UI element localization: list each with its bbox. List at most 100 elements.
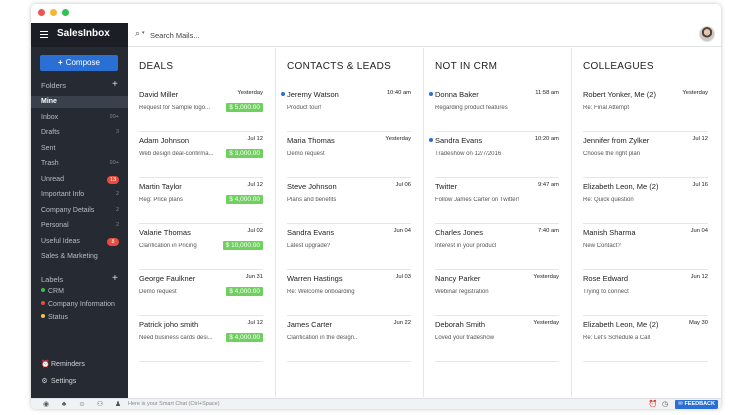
- column-title: COLLEAGUES: [583, 61, 654, 72]
- mail-card[interactable]: George Faulkner Jun 31 Demo request $ 4,000…: [139, 270, 263, 316]
- settings-link[interactable]: ⚙ Settings: [41, 377, 76, 385]
- mail-card[interactable]: Twitter 9:47 am Follow James Carter on Twi…: [435, 178, 559, 224]
- maximize-window-button[interactable]: [62, 9, 69, 16]
- smart-chat-input[interactable]: [128, 399, 428, 409]
- mail-card[interactable]: Charles Jones 7:40 am Interest in your pro…: [435, 224, 559, 270]
- sidebar-label-item[interactable]: Company Information: [41, 301, 115, 308]
- folder-label: Unread: [41, 175, 64, 183]
- chevron-down-icon[interactable]: ▾: [142, 30, 145, 36]
- contacts-icon[interactable]: ⚇: [91, 400, 109, 408]
- mail-card[interactable]: Jennifer from Zylker Jul 12 Choose the rig…: [583, 132, 708, 178]
- mail-card[interactable]: Adam Johnson Jul 12 Web design deal-confir…: [139, 132, 263, 178]
- sender-name: David Miller: [139, 90, 179, 99]
- mail-card[interactable]: Sandra Evans Jun 04 Latest upgrade?: [287, 224, 411, 270]
- sender-name: Robert Yonker, Me (2): [583, 90, 656, 99]
- search-input[interactable]: [150, 29, 450, 42]
- folder-label: Important Info: [41, 191, 85, 198]
- sidebar-folder-item[interactable]: Drafts 3: [31, 127, 128, 139]
- unread-indicator: [281, 92, 285, 96]
- compose-label: Compose: [65, 58, 100, 67]
- mail-card[interactable]: Deborah Smith Yesterday Loved your tradesh…: [435, 316, 559, 362]
- sender-name: Nancy Parker: [435, 274, 481, 283]
- feedback-label: FEEDBACK: [684, 401, 715, 407]
- mail-card[interactable]: Rose Edward Jun 12 Trying to connect: [583, 270, 708, 316]
- app-logo: SalesInbox: [57, 28, 110, 39]
- mail-card[interactable]: Donna Baker 11:58 am Regarding product fea…: [429, 86, 559, 132]
- folders-heading: Folders: [41, 81, 67, 90]
- mail-card[interactable]: Elizabeth Leon, Me (2) May 30 Re: Let's Sc…: [583, 316, 708, 362]
- mail-subject: Demo request: [139, 289, 177, 295]
- add-folder-icon[interactable]: +: [112, 80, 118, 90]
- mail-card[interactable]: Warren Hastings Jul 03 Re: Welcome onboard…: [287, 270, 411, 316]
- feedback-button[interactable]: ✉ FEEDBACK: [675, 400, 718, 409]
- mail-time: Jul 12: [247, 182, 263, 188]
- mail-time: Jun 04: [690, 228, 708, 234]
- sidebar-folder-item[interactable]: Unread 13: [31, 174, 128, 186]
- mail-time: May 30: [688, 320, 708, 326]
- mail-time: Jul 06: [395, 182, 411, 188]
- alarm-icon[interactable]: ⏰: [647, 400, 659, 408]
- reminders-label: Reminders: [51, 361, 85, 368]
- minimize-window-button[interactable]: [50, 9, 57, 16]
- smiley-icon[interactable]: ☺: [73, 401, 91, 408]
- hamburger-menu-icon[interactable]: [40, 31, 48, 38]
- mail-card[interactable]: Maria Thomas Yesterday Demo request: [287, 132, 411, 178]
- sidebar-folder-item[interactable]: Sales & Marketing: [31, 251, 128, 263]
- sidebar-folder-item[interactable]: Sent: [31, 143, 128, 155]
- sender-name: Elizabeth Leon, Me (2): [583, 320, 659, 329]
- folder-label: Sent: [41, 144, 56, 152]
- sender-name: Maria Thomas: [287, 136, 335, 145]
- sidebar-folder-item[interactable]: Mine: [31, 96, 128, 108]
- user-avatar[interactable]: [699, 26, 715, 42]
- mail-time: 10:40 am: [386, 90, 411, 96]
- mail-card[interactable]: Manish Sharma Jun 04 New Contact?: [583, 224, 708, 270]
- mail-card[interactable]: James Carter Jun 22 Clarification in the d…: [287, 316, 411, 362]
- mail-subject: Plans and benefits: [287, 197, 337, 203]
- mail-card[interactable]: Robert Yonker, Me (2) Yesterday Re: Final …: [583, 86, 708, 132]
- eye-icon[interactable]: ◉: [37, 400, 55, 408]
- sender-name: George Faulkner: [139, 274, 196, 283]
- clock-icon[interactable]: ◷: [659, 400, 671, 408]
- add-label-icon[interactable]: +: [112, 274, 118, 284]
- status-bar: ◉♣☺⚇♟ ⏰◷ ✉ FEEDBACK: [31, 398, 721, 409]
- sender-name: Manish Sharma: [583, 228, 636, 237]
- label-text: CRM: [48, 288, 64, 295]
- sidebar-folder-item[interactable]: Useful Ideas 8: [31, 236, 128, 248]
- mail-time: Jul 12: [692, 136, 708, 142]
- sidebar-folder-item[interactable]: Company Details 2: [31, 205, 128, 217]
- sidebar-folder-item[interactable]: Trash 99+: [31, 158, 128, 170]
- search-icon[interactable]: ⌕: [135, 28, 140, 39]
- folder-count: 2: [115, 191, 119, 197]
- close-window-button[interactable]: [38, 9, 45, 16]
- mail-card[interactable]: Patrick joho smith Jul 12 Need business ca…: [139, 316, 263, 362]
- sidebar: SalesInbox + Compose Folders + Mine Inbox 9…: [31, 23, 128, 398]
- reminders-link[interactable]: ⏰Reminders: [41, 360, 85, 368]
- app-window: SalesInbox + Compose Folders + Mine Inbox 9…: [31, 4, 721, 409]
- mail-card[interactable]: Jeremy Watson 10:40 am Product tour!: [281, 86, 411, 132]
- mail-card[interactable]: David Miller Yesterday Request for Sample …: [139, 86, 263, 132]
- sender-name: Rose Edward: [583, 274, 629, 283]
- mail-time: Yesterday: [682, 90, 708, 96]
- mail-card[interactable]: Nancy Parker Yesterday Webinar registratio…: [435, 270, 559, 316]
- sidebar-folder-item[interactable]: Personal 2: [31, 220, 128, 232]
- sidebar-label-item[interactable]: CRM: [41, 288, 64, 295]
- tree-icon[interactable]: ♣: [55, 401, 73, 408]
- mail-card[interactable]: Valarie Thomas Jul 02 Clarification in Pri…: [139, 224, 263, 270]
- mail-card[interactable]: Martin Taylor Jul 12 Reg: Price plans $ 4,0…: [139, 178, 263, 224]
- unread-indicator: [429, 138, 433, 142]
- mail-card[interactable]: Sandra Evans 10:20 am Tradeshow on 12/7/20…: [429, 132, 559, 178]
- mail-subject: Product tour!: [287, 105, 322, 111]
- mail-card[interactable]: Steve Johnson Jul 06 Plans and benefits: [287, 178, 411, 224]
- folder-label: Inbox: [41, 113, 59, 121]
- column-deals: DEALS David Miller Yesterday Request for Sa…: [128, 48, 276, 397]
- status-bar-icons: ◉ ♣ ☺ ⚇ ♟: [37, 400, 127, 408]
- sender-name: Elizabeth Leon, Me (2): [583, 182, 659, 191]
- sidebar-label-item[interactable]: Status: [41, 314, 68, 321]
- sender-name: Charles Jones: [435, 228, 483, 237]
- sidebar-folder-item[interactable]: Inbox 99+: [31, 112, 128, 124]
- user-icon[interactable]: ♟: [109, 400, 127, 408]
- label-color-dot: [41, 288, 45, 292]
- sidebar-folder-item[interactable]: Important Info 2: [31, 189, 128, 201]
- compose-button[interactable]: + Compose: [40, 55, 118, 71]
- mail-card[interactable]: Elizabeth Leon, Me (2) Jul 16 Re: Quick qu…: [583, 178, 708, 224]
